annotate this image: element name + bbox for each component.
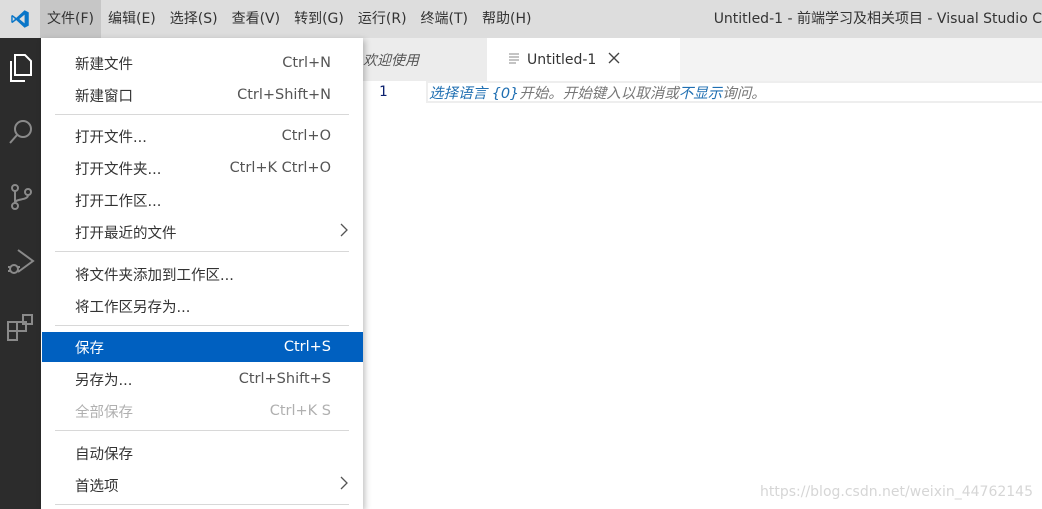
menu-item-shortcut: Ctrl+K S: [269, 403, 331, 419]
menu-save-workspace-as[interactable]: 将工作区另存为...: [42, 290, 363, 322]
menu-item-label: 将工作区另存为...: [75, 299, 191, 316]
menu-item-shortcut: Ctrl+N: [282, 55, 331, 71]
file-text-icon: [509, 52, 519, 68]
line-number: 1: [379, 84, 388, 100]
select-language-link[interactable]: 选择语言 {0}: [429, 86, 519, 102]
close-icon[interactable]: [608, 52, 620, 68]
menu-new-window[interactable]: 新建窗口 Ctrl+Shift+N: [42, 79, 363, 111]
search-icon[interactable]: [0, 108, 41, 156]
menu-item-label: 新建文件: [75, 56, 133, 73]
menu-separator: [55, 504, 349, 505]
watermark: https://blog.csdn.net/weixin_44762145: [759, 484, 1033, 500]
hint-text-end: 询问。: [722, 86, 766, 102]
source-control-icon[interactable]: [0, 173, 41, 221]
menu-bar: 文件(F) 编辑(E) 选择(S) 查看(V) 转到(G) 运行(R) 终端(T…: [40, 0, 538, 38]
menu-item-shortcut: Ctrl+Shift+S: [238, 371, 331, 387]
menu-file[interactable]: 文件(F): [40, 0, 101, 38]
menu-item-shortcut: Ctrl+S: [283, 339, 331, 355]
menu-save-all: 全部保存 Ctrl+K S: [42, 395, 363, 427]
menu-separator: [55, 325, 349, 326]
menu-item-label: 首选项: [75, 478, 119, 495]
menu-add-folder-to-workspace[interactable]: 将文件夹添加到工作区...: [42, 258, 363, 290]
menu-save[interactable]: 保存 Ctrl+S: [42, 332, 363, 362]
menu-item-label: 打开工作区...: [75, 193, 162, 210]
dont-show-link[interactable]: 不显示: [679, 86, 723, 102]
activity-bar: [0, 38, 41, 509]
menu-save-as[interactable]: 另存为... Ctrl+Shift+S: [42, 363, 363, 395]
menu-item-label: 将文件夹添加到工作区...: [75, 267, 234, 284]
menu-go[interactable]: 转到(G): [287, 0, 351, 38]
menu-item-shortcut: Ctrl+O: [281, 128, 331, 144]
hint-text: 开始。开始键入以取消或: [519, 86, 679, 102]
menu-item-label: 全部保存: [75, 404, 133, 421]
title-bar: 文件(F) 编辑(E) 选择(S) 查看(V) 转到(G) 运行(R) 终端(T…: [0, 0, 1042, 38]
language-hint: 选择语言 {0}开始。开始键入以取消或不显示询问。: [429, 82, 766, 103]
menu-item-label: 打开文件...: [75, 129, 147, 146]
menu-open-file[interactable]: 打开文件... Ctrl+O: [42, 120, 363, 152]
chevron-right-icon: [340, 223, 348, 241]
explorer-icon[interactable]: [0, 44, 41, 92]
extensions-icon[interactable]: [0, 303, 41, 351]
menu-selection[interactable]: 选择(S): [163, 0, 225, 38]
menu-run[interactable]: 运行(R): [351, 0, 414, 38]
menu-separator: [55, 114, 349, 115]
menu-item-label: 另存为...: [75, 372, 133, 389]
menu-edit[interactable]: 编辑(E): [101, 0, 163, 38]
menu-item-label: 打开文件夹...: [75, 161, 162, 178]
menu-item-label: 新建窗口: [75, 88, 133, 105]
tab-untitled-label: Untitled-1: [527, 51, 597, 68]
menu-item-label: 打开最近的文件: [75, 225, 177, 242]
menu-open-workspace[interactable]: 打开工作区...: [42, 184, 363, 216]
menu-item-shortcut: Ctrl+Shift+N: [237, 87, 331, 103]
file-menu-dropdown: 新建文件 Ctrl+N 新建窗口 Ctrl+Shift+N 打开文件... Ct…: [41, 38, 363, 509]
menu-separator: [55, 430, 349, 431]
vscode-logo-icon: [0, 0, 40, 38]
menu-terminal[interactable]: 终端(T): [414, 0, 475, 38]
chevron-right-icon: [340, 476, 348, 494]
tab-untitled[interactable]: Untitled-1: [487, 38, 680, 81]
menu-view[interactable]: 查看(V): [225, 0, 288, 38]
menu-help[interactable]: 帮助(H): [475, 0, 538, 38]
menu-item-label: 自动保存: [75, 446, 133, 463]
window-title: Untitled-1 - 前端学习及相关项目 - Visual Studio C: [713, 11, 1042, 27]
run-debug-icon[interactable]: [0, 238, 41, 286]
menu-new-file[interactable]: 新建文件 Ctrl+N: [42, 47, 363, 79]
menu-auto-save[interactable]: 自动保存: [42, 437, 363, 469]
menu-item-shortcut: Ctrl+K Ctrl+O: [229, 160, 331, 176]
menu-open-recent[interactable]: 打开最近的文件: [42, 216, 363, 248]
menu-preferences[interactable]: 首选项: [42, 469, 363, 501]
menu-separator: [55, 251, 349, 252]
tab-welcome-label: 欢迎使用: [363, 52, 419, 69]
menu-item-label: 保存: [75, 340, 104, 357]
menu-open-folder[interactable]: 打开文件夹... Ctrl+K Ctrl+O: [42, 152, 363, 184]
